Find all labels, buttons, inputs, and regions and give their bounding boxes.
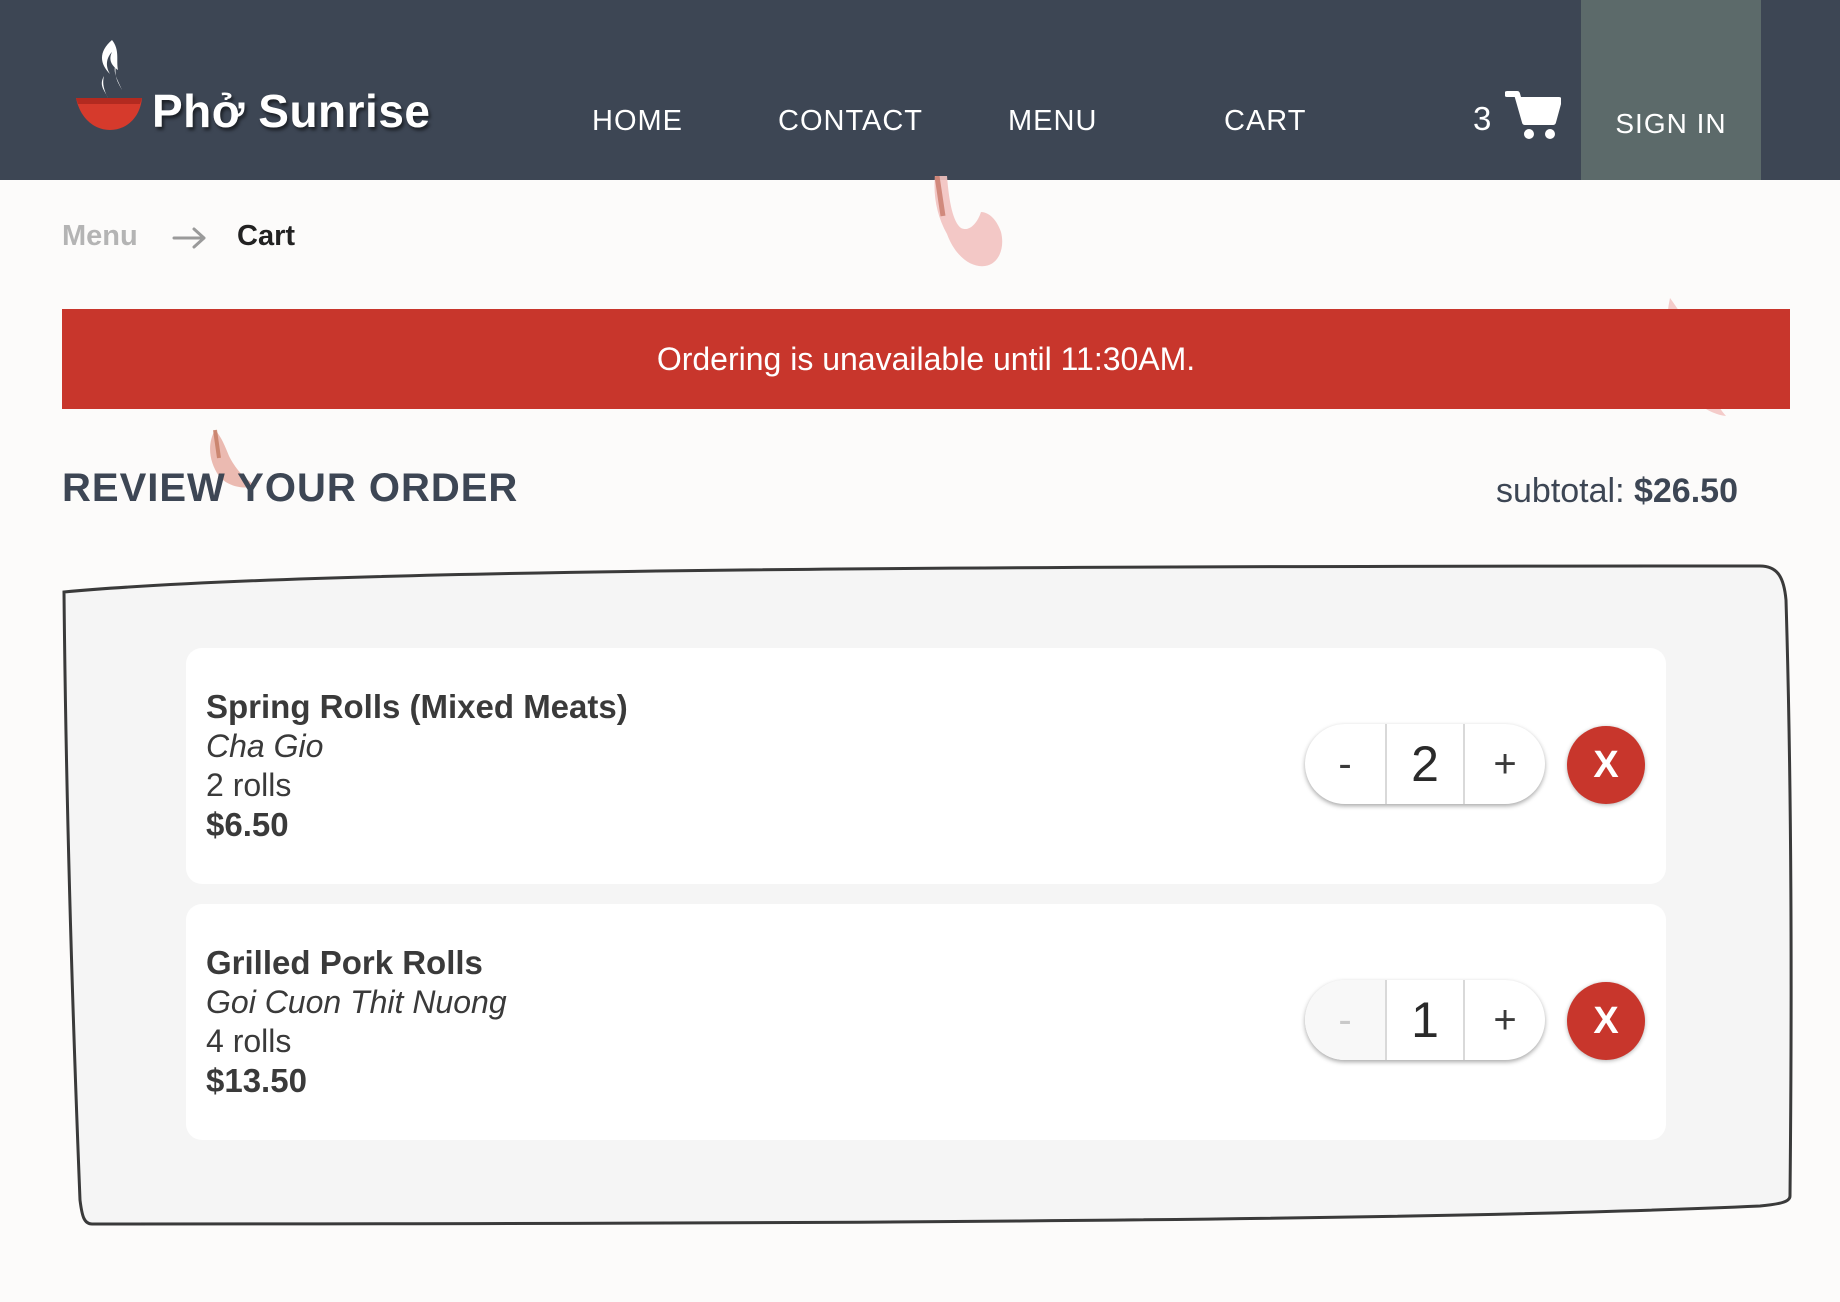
brand-name: Phở Sunrise	[152, 85, 431, 137]
order-item-card: Grilled Pork Rolls Goi Cuon Thit Nuong 4…	[186, 904, 1666, 1140]
item-name: Grilled Pork Rolls	[206, 944, 483, 981]
decrease-quantity-button[interactable]: -	[1305, 980, 1385, 1060]
subtotal-value: $26.50	[1633, 472, 1738, 510]
quantity-value[interactable]: 2	[1385, 724, 1465, 804]
item-vietnamese-name: Cha Gio	[206, 728, 324, 764]
top-navigation-bar: Phở Sunrise HOME CONTACT MENU CART 3 SIG…	[0, 0, 1840, 180]
nav-contact-link[interactable]: CONTACT	[778, 105, 923, 138]
item-vietnamese-name: Goi Cuon Thit Nuong	[206, 984, 507, 1020]
nav-home-link[interactable]: HOME	[592, 105, 683, 138]
steam-bowl-logo-icon	[76, 40, 142, 130]
breadcrumb-current-cart: Cart	[237, 220, 296, 252]
breadcrumb-menu-link[interactable]: Menu	[62, 220, 138, 253]
increase-quantity-button[interactable]: +	[1465, 724, 1545, 804]
nav-menu-link[interactable]: MENU	[1008, 105, 1097, 138]
nav-cart-link[interactable]: CART	[1224, 105, 1306, 138]
sign-in-button[interactable]: SIGN IN	[1581, 0, 1761, 180]
increase-quantity-button[interactable]: +	[1465, 980, 1545, 1060]
remove-item-button[interactable]: X	[1567, 726, 1645, 804]
subtotal: subtotal: $26.50	[1496, 472, 1738, 511]
cart-count-badge[interactable]: 3	[1473, 100, 1491, 138]
quantity-stepper: - 2 +	[1305, 724, 1545, 804]
brand-logo[interactable]: Phở Sunrise	[74, 36, 454, 146]
item-name: Spring Rolls (Mixed Meats)	[206, 688, 628, 725]
item-portion: 4 rolls	[206, 1023, 292, 1059]
remove-item-button[interactable]: X	[1567, 982, 1645, 1060]
ordering-unavailable-banner: Ordering is unavailable until 11:30AM.	[62, 309, 1790, 409]
item-price: $6.50	[206, 806, 289, 843]
order-item-card: Spring Rolls (Mixed Meats) Cha Gio 2 rol…	[186, 648, 1666, 884]
page-title: REVIEW YOUR ORDER	[62, 466, 519, 510]
shrimp-decoration-icon	[934, 176, 1003, 267]
arrow-right-icon	[172, 227, 206, 249]
quantity-stepper: - 1 +	[1305, 980, 1545, 1060]
subtotal-label: subtotal:	[1496, 472, 1625, 510]
cart-icon[interactable]	[1505, 88, 1561, 142]
decrease-quantity-button[interactable]: -	[1305, 724, 1385, 804]
quantity-value[interactable]: 1	[1385, 980, 1465, 1060]
item-price: $13.50	[206, 1062, 307, 1099]
item-portion: 2 rolls	[206, 767, 292, 803]
